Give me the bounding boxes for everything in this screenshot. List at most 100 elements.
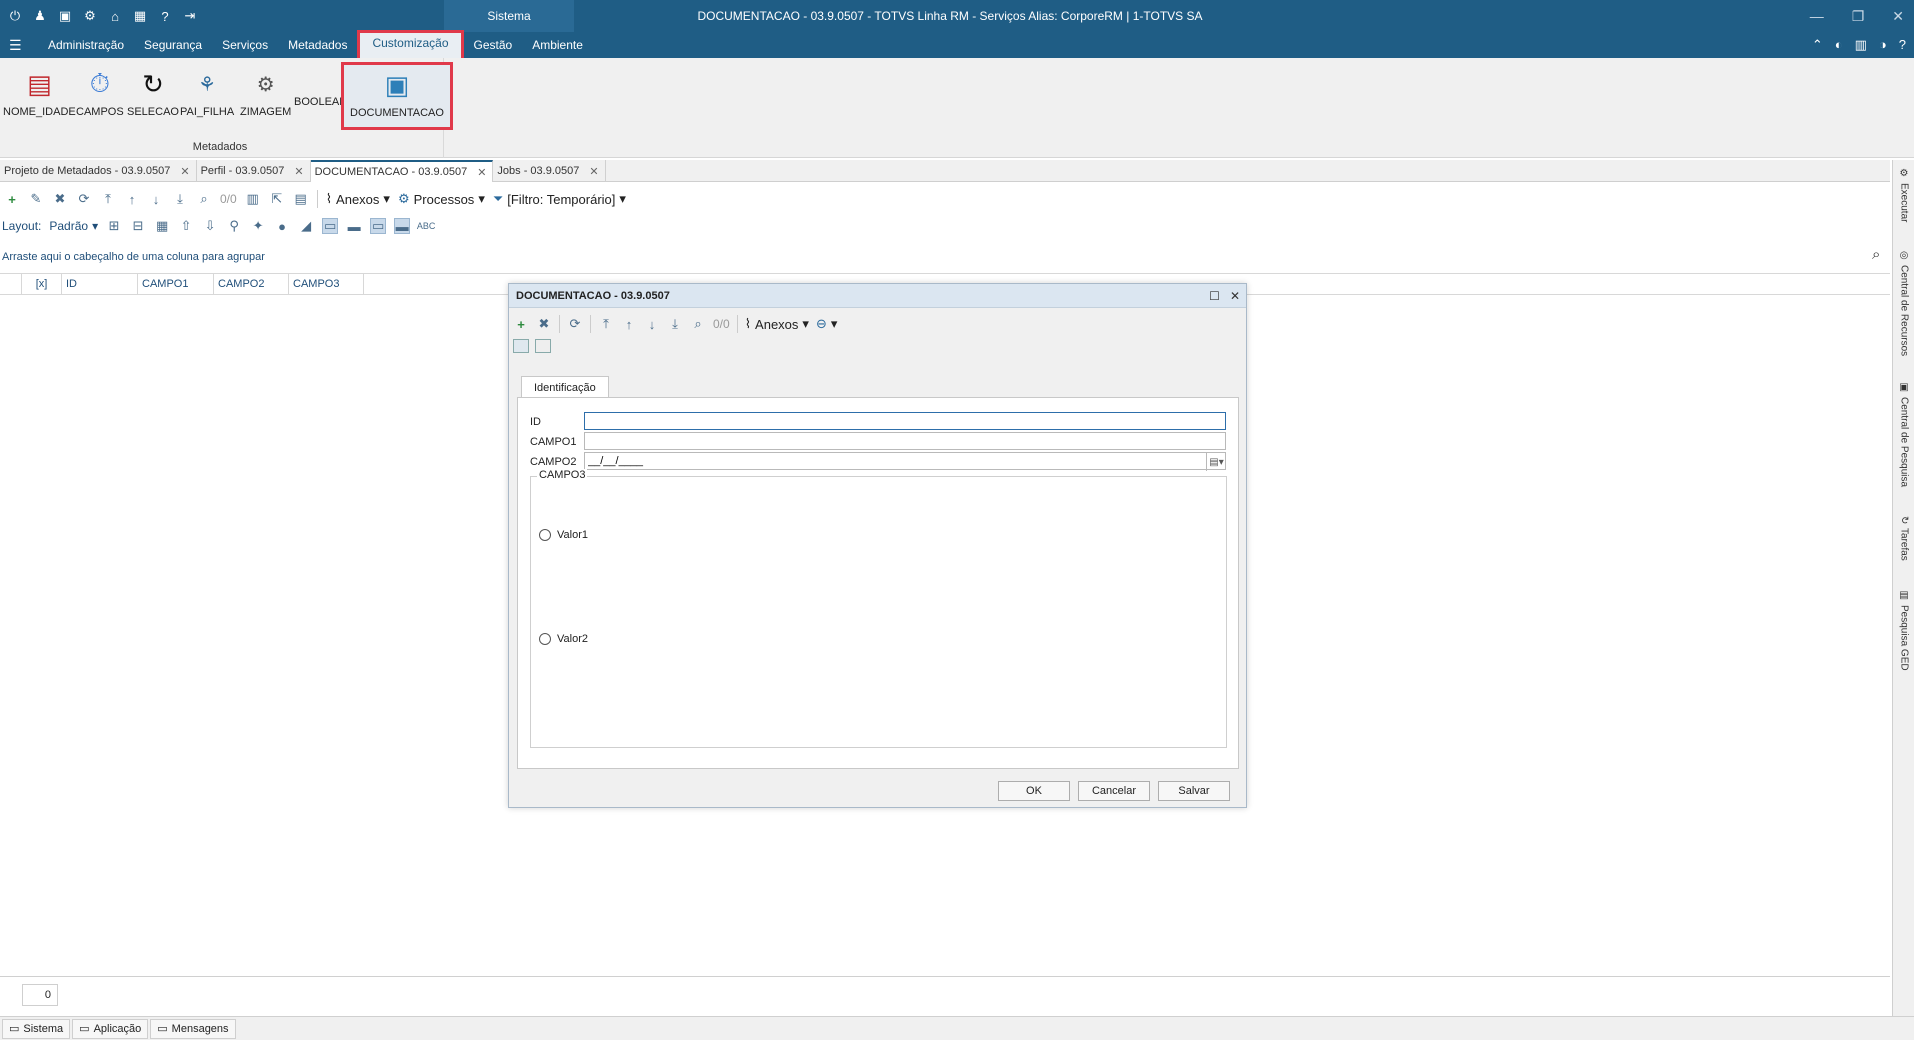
id-field[interactable] bbox=[584, 412, 1226, 430]
rail-executar[interactable]: ⚙ Executar bbox=[1895, 168, 1913, 222]
ribbon-button-zimagem[interactable]: ⚙ ZIMAGEM bbox=[240, 66, 291, 119]
tab-projeto-metadados[interactable]: Projeto de Metadados - 03.9.0507 ✕ bbox=[0, 160, 197, 182]
chart-icon[interactable]: ◢ bbox=[298, 218, 314, 234]
menu-servicos[interactable]: Serviços bbox=[212, 32, 278, 58]
campo1-field[interactable] bbox=[584, 432, 1226, 450]
first-record-icon[interactable]: ⤒ bbox=[598, 316, 614, 332]
menu-administracao[interactable]: Administração bbox=[38, 32, 134, 58]
info-icon[interactable]: ◑ bbox=[1879, 32, 1887, 58]
next-record-icon[interactable]: ↓ bbox=[644, 316, 660, 332]
help-icon[interactable]: ? bbox=[1899, 32, 1906, 58]
status-tab-mensagens[interactable]: ▭ Mensagens bbox=[150, 1018, 236, 1039]
maximize-icon[interactable]: ☐ bbox=[1209, 284, 1220, 308]
save-button[interactable]: Salvar bbox=[1158, 781, 1230, 801]
view-full-icon[interactable]: ▬ bbox=[394, 218, 411, 234]
first-record-icon[interactable]: ⤒ bbox=[100, 191, 116, 207]
next-record-icon[interactable]: ↓ bbox=[148, 191, 164, 207]
calendar-dropdown-icon[interactable]: ▤▾ bbox=[1206, 453, 1226, 471]
rail-pesquisa-ged[interactable]: ▤ Pesquisa GED bbox=[1895, 590, 1913, 671]
marker-icon[interactable]: ✦ bbox=[250, 218, 266, 234]
last-record-icon[interactable]: ⤓ bbox=[172, 191, 188, 207]
tab-documentacao[interactable]: DOCUMENTACAO - 03.9.0507 ✕ bbox=[310, 160, 494, 182]
menu-gestao[interactable]: Gestão bbox=[464, 32, 523, 58]
group-by-hint[interactable]: Arraste aqui o cabeçalho de uma coluna p… bbox=[2, 251, 265, 263]
maximize-icon[interactable]: ❐ bbox=[1852, 0, 1865, 32]
ribbon-button-pai-filha[interactable]: ⚘ PAI_FILHA bbox=[180, 66, 234, 119]
radio-valor2[interactable]: Valor2 bbox=[539, 633, 588, 645]
anexos-dropdown[interactable]: ⌇ Anexos ▾ bbox=[326, 191, 390, 207]
menu-hamburger-icon[interactable]: ☰ bbox=[9, 37, 22, 54]
form-view-icon[interactable] bbox=[513, 339, 529, 353]
grid-column-campo1[interactable]: CAMPO1 bbox=[138, 274, 214, 294]
radio-valor1[interactable]: Valor1 bbox=[539, 529, 588, 541]
rail-central-pesquisa[interactable]: ▣ Central de Pesquisa bbox=[1895, 382, 1913, 487]
campo2-date-field[interactable] bbox=[584, 452, 1226, 470]
spellcheck-icon[interactable]: ABC bbox=[417, 218, 436, 234]
close-icon[interactable]: ✕ bbox=[1230, 284, 1240, 308]
collapse-icon[interactable]: ⊟ bbox=[130, 218, 146, 234]
columns-icon[interactable]: ▦ bbox=[154, 218, 170, 234]
close-tab-icon[interactable]: ✕ bbox=[477, 166, 486, 179]
color-icon[interactable]: ● bbox=[274, 218, 290, 234]
collapse-ribbon-icon[interactable]: ⌃ bbox=[1812, 32, 1823, 58]
help-icon[interactable]: ? bbox=[156, 7, 174, 25]
previous-record-icon[interactable]: ↑ bbox=[124, 191, 140, 207]
sort-up-icon[interactable]: ⇧ bbox=[178, 218, 194, 234]
report-icon[interactable]: ▤ bbox=[293, 191, 309, 207]
grid-column-campo2[interactable]: CAMPO2 bbox=[214, 274, 289, 294]
apps-icon[interactable]: ▦ bbox=[131, 7, 149, 25]
export-icon[interactable]: ⇱ bbox=[269, 191, 285, 207]
tab-jobs[interactable]: Jobs - 03.9.0507 ✕ bbox=[493, 160, 606, 182]
view-split-icon[interactable]: ▬ bbox=[346, 218, 362, 234]
ribbon-button-campos[interactable]: ⏱ CAMPOS bbox=[76, 66, 124, 118]
previous-record-icon[interactable]: ↑ bbox=[621, 316, 637, 332]
layout-dropdown[interactable]: Padrão ▾ bbox=[49, 219, 98, 233]
grid-view-icon[interactable]: ▥ bbox=[245, 191, 261, 207]
last-record-icon[interactable]: ⤓ bbox=[667, 316, 683, 332]
ribbon-button-documentacao[interactable]: ▣ DOCUMENTACAO bbox=[341, 62, 453, 130]
dialog-options-dropdown[interactable]: ⊖ ▾ bbox=[816, 316, 837, 332]
ribbon-button-selecao[interactable]: ↻ SELECAO bbox=[127, 66, 179, 119]
refresh-icon[interactable]: ⟳ bbox=[76, 191, 92, 207]
delete-icon[interactable]: ✖ bbox=[52, 191, 68, 207]
processos-dropdown[interactable]: ⚙ Processos ▾ bbox=[398, 191, 485, 207]
list-view-icon[interactable] bbox=[535, 339, 551, 353]
status-tab-aplicacao[interactable]: ▭ Aplicação bbox=[72, 1018, 149, 1039]
calendar-icon[interactable]: ▣ bbox=[56, 7, 74, 25]
view-top-icon[interactable]: ▭ bbox=[370, 218, 387, 234]
grid-column-id[interactable]: ID bbox=[62, 274, 138, 294]
cancel-button[interactable]: Cancelar bbox=[1078, 781, 1150, 801]
grid-column-select[interactable]: [x] bbox=[22, 274, 62, 294]
ok-button[interactable]: OK bbox=[998, 781, 1070, 801]
menu-customizacao[interactable]: Customização bbox=[357, 30, 464, 58]
search-icon[interactable]: ⌕ bbox=[196, 191, 212, 207]
tab-identificacao[interactable]: Identificação bbox=[521, 376, 609, 398]
layout-icon[interactable]: ▥ bbox=[1855, 32, 1867, 58]
add-icon[interactable]: + bbox=[513, 316, 529, 332]
view-bottom-icon[interactable]: ▭ bbox=[322, 218, 339, 234]
tab-perfil[interactable]: Perfil - 03.9.0507 ✕ bbox=[197, 160, 311, 182]
status-tab-sistema[interactable]: ▭ Sistema bbox=[2, 1018, 71, 1039]
rail-central-recursos[interactable]: ◎ Central de Recursos bbox=[1895, 250, 1913, 356]
sort-down-icon[interactable]: ⇩ bbox=[202, 218, 218, 234]
expand-icon[interactable]: ⊞ bbox=[106, 218, 122, 234]
close-icon[interactable]: ✕ bbox=[1892, 0, 1904, 32]
refresh-icon[interactable]: ⟳ bbox=[567, 316, 583, 332]
filter-dropdown[interactable]: ⏷ [Filtro: Temporário] ▾ bbox=[493, 191, 626, 207]
power-icon[interactable]: ⏻ bbox=[6, 7, 24, 25]
ribbon-button-boolean[interactable]: BOOLEAN bbox=[294, 92, 347, 108]
add-icon[interactable]: + bbox=[4, 191, 20, 207]
pin-icon[interactable]: ⚲ bbox=[226, 218, 242, 234]
close-tab-icon[interactable]: ✕ bbox=[589, 165, 598, 178]
ribbon-button-nome-idade[interactable]: ▤ NOME_IDADE bbox=[3, 66, 76, 119]
minimize-icon[interactable]: — bbox=[1810, 0, 1824, 32]
close-tab-icon[interactable]: ✕ bbox=[294, 165, 303, 178]
menu-ambiente[interactable]: Ambiente bbox=[522, 32, 593, 58]
exit-icon[interactable]: ⇥ bbox=[181, 7, 199, 25]
home-icon[interactable]: ⌂ bbox=[106, 7, 124, 25]
delete-icon[interactable]: ✖ bbox=[536, 316, 552, 332]
settings-icon[interactable]: ⚙ bbox=[81, 7, 99, 25]
search-icon[interactable]: ⌕ bbox=[690, 316, 706, 332]
close-tab-icon[interactable]: ✕ bbox=[180, 165, 189, 178]
edit-icon[interactable]: ✎ bbox=[28, 191, 44, 207]
